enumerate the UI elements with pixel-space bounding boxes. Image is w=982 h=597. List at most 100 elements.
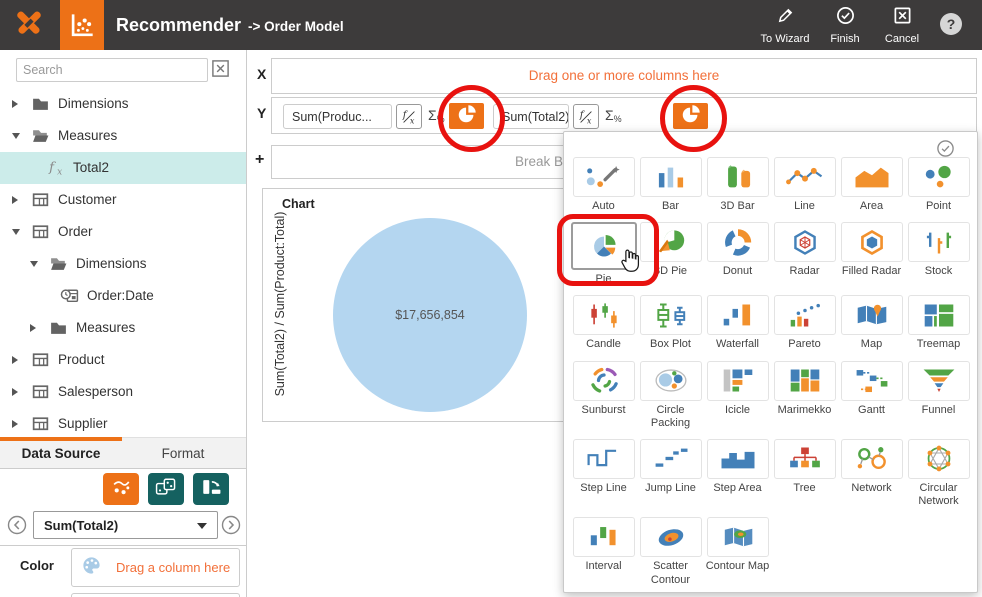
area-chart-icon xyxy=(841,157,903,197)
tree-item-product[interactable]: Product xyxy=(0,344,246,376)
chart-type-3d-bar[interactable]: 3D Bar xyxy=(704,157,771,213)
chart-type-button-2[interactable] xyxy=(673,103,708,129)
chart-type-sunburst[interactable]: Sunburst xyxy=(570,361,637,430)
chart-type-point[interactable]: Point xyxy=(905,157,972,213)
chart-type-filled-radar[interactable]: Filled Radar xyxy=(838,222,905,286)
date-icon xyxy=(60,286,79,305)
tree-item-measures[interactable]: Measures xyxy=(0,120,246,152)
chart-type-stock[interactable]: Stock xyxy=(905,222,972,286)
chart-type-treemap[interactable]: Treemap xyxy=(905,295,972,351)
expand-arrow-icon[interactable] xyxy=(30,261,38,267)
chart-type-funnel[interactable]: Funnel xyxy=(905,361,972,430)
next-field-button[interactable] xyxy=(221,515,241,535)
tree-item-total2[interactable]: fxTotal2 xyxy=(0,152,246,184)
formula-button-1[interactable]: fx xyxy=(396,104,422,129)
tree-item-label: Dimensions xyxy=(58,96,129,111)
steparea-chart-icon xyxy=(707,439,769,479)
tree-item-customer[interactable]: Customer xyxy=(0,184,246,216)
chart-module-icon[interactable] xyxy=(60,0,104,50)
expand-arrow-icon[interactable] xyxy=(12,133,20,139)
shape-drop-zone[interactable] xyxy=(71,593,240,597)
chart-type-button-1[interactable] xyxy=(449,103,484,129)
pie-slice[interactable]: $17,656,854 xyxy=(333,218,527,412)
chart-type-label: Jump Line xyxy=(645,482,696,495)
help-button[interactable]: ? xyxy=(940,13,962,35)
y-binding-label: Y xyxy=(257,105,266,121)
chart-type-tree[interactable]: Tree xyxy=(771,439,838,508)
chart-type-auto[interactable]: Auto xyxy=(570,157,637,213)
chart-type-circular-network[interactable]: Circular Network xyxy=(905,439,972,508)
tree-item-supplier[interactable]: Supplier xyxy=(0,408,246,440)
expand-arrow-icon[interactable] xyxy=(12,356,18,364)
formula-button-2[interactable]: fx xyxy=(573,104,599,129)
crosstab-view-button[interactable] xyxy=(148,473,184,505)
cancel-button[interactable]: Cancel xyxy=(866,6,938,46)
expand-arrow-icon[interactable] xyxy=(12,196,18,204)
tab-format[interactable]: Format xyxy=(122,438,244,468)
y-field-2[interactable]: Sum(Total2) xyxy=(493,104,569,129)
expand-arrow-icon[interactable] xyxy=(12,420,18,428)
jumpline-chart-icon xyxy=(640,439,702,479)
divider xyxy=(0,545,246,546)
apply-check-icon[interactable] xyxy=(936,139,955,158)
data-tree: DimensionsMeasuresfxTotal2CustomerOrderD… xyxy=(0,88,246,440)
stepline-chart-icon xyxy=(573,439,635,479)
aggregate-toggle-2[interactable]: Σ% xyxy=(605,107,622,124)
expand-arrow-icon[interactable] xyxy=(12,100,18,108)
chart-type-candle[interactable]: Candle xyxy=(570,295,637,351)
chart-type-line[interactable]: Line xyxy=(771,157,838,213)
chart-type-box-plot[interactable]: Box Plot xyxy=(637,295,704,351)
tree-item-label: Customer xyxy=(58,192,117,207)
chart-type-bar[interactable]: Bar xyxy=(637,157,704,213)
chart-type-radar[interactable]: Radar xyxy=(771,222,838,286)
chart-type-step-line[interactable]: Step Line xyxy=(570,439,637,508)
chart-type-circle-packing[interactable]: Circle Packing xyxy=(637,361,704,430)
chart-type-gantt[interactable]: Gantt xyxy=(838,361,905,430)
prev-field-button[interactable] xyxy=(7,515,27,535)
chart-type-marimekko[interactable]: Marimekko xyxy=(771,361,838,430)
x-binding-label: X xyxy=(257,66,266,82)
chart-type-label: Gantt xyxy=(858,404,885,417)
chart-type-icicle[interactable]: Icicle xyxy=(704,361,771,430)
chart-type-waterfall[interactable]: Waterfall xyxy=(704,295,771,351)
search-input[interactable] xyxy=(16,58,208,82)
chart-type-label: Step Area xyxy=(713,482,761,495)
chart-type-network[interactable]: Network xyxy=(838,439,905,508)
chart-type-donut[interactable]: Donut xyxy=(704,222,771,286)
x-drop-zone[interactable]: Drag one or more columns here xyxy=(271,58,977,94)
chart-type-contour-map[interactable]: Contour Map xyxy=(704,517,771,586)
clear-search-icon[interactable] xyxy=(211,59,230,78)
chart-type-step-area[interactable]: Step Area xyxy=(704,439,771,508)
tree-item-order-date[interactable]: Order:Date xyxy=(0,280,246,312)
chart-type-scatter-contour[interactable]: Scatter Contour xyxy=(637,517,704,586)
color-drop-zone[interactable]: Drag a column here xyxy=(71,548,240,587)
expand-arrow-icon[interactable] xyxy=(30,324,36,332)
tree-item-dimensions[interactable]: Dimensions xyxy=(0,248,246,280)
chart-view-button[interactable] xyxy=(103,473,139,505)
chart-type-interval[interactable]: Interval xyxy=(570,517,637,586)
tab-data-source[interactable]: Data Source xyxy=(0,438,122,468)
field-select[interactable]: Sum(Total2) xyxy=(33,511,218,539)
pie-chart-icon xyxy=(456,102,478,131)
chart-type-pie[interactable]: Pie xyxy=(570,222,637,286)
aggregate-toggle-1[interactable]: Σ% xyxy=(428,107,445,124)
tree-item-label: Measures xyxy=(76,320,135,335)
add-binding-label: + xyxy=(255,151,264,169)
expand-arrow-icon[interactable] xyxy=(12,388,18,396)
chart-type-pareto[interactable]: Pareto xyxy=(771,295,838,351)
y-field-1[interactable]: Sum(Produc... xyxy=(283,104,392,129)
table-icon xyxy=(31,190,50,209)
expand-arrow-icon[interactable] xyxy=(12,229,20,235)
flip-view-button[interactable] xyxy=(193,473,229,505)
y-drop-zone[interactable]: Sum(Produc... fx Σ% Sum(Total2) fx Σ% xyxy=(271,97,977,134)
chart-type-jump-line[interactable]: Jump Line xyxy=(637,439,704,508)
table-icon xyxy=(31,222,50,241)
tree-item-salesperson[interactable]: Salesperson xyxy=(0,376,246,408)
tree-item-measures[interactable]: Measures xyxy=(0,312,246,344)
chart-type-map[interactable]: Map xyxy=(838,295,905,351)
tree-item-dimensions[interactable]: Dimensions xyxy=(0,88,246,120)
tree-item-order[interactable]: Order xyxy=(0,216,246,248)
chart-type-area[interactable]: Area xyxy=(838,157,905,213)
crosstab-icon xyxy=(153,475,179,504)
chart-type-3d-pie[interactable]: 3D Pie xyxy=(637,222,704,286)
